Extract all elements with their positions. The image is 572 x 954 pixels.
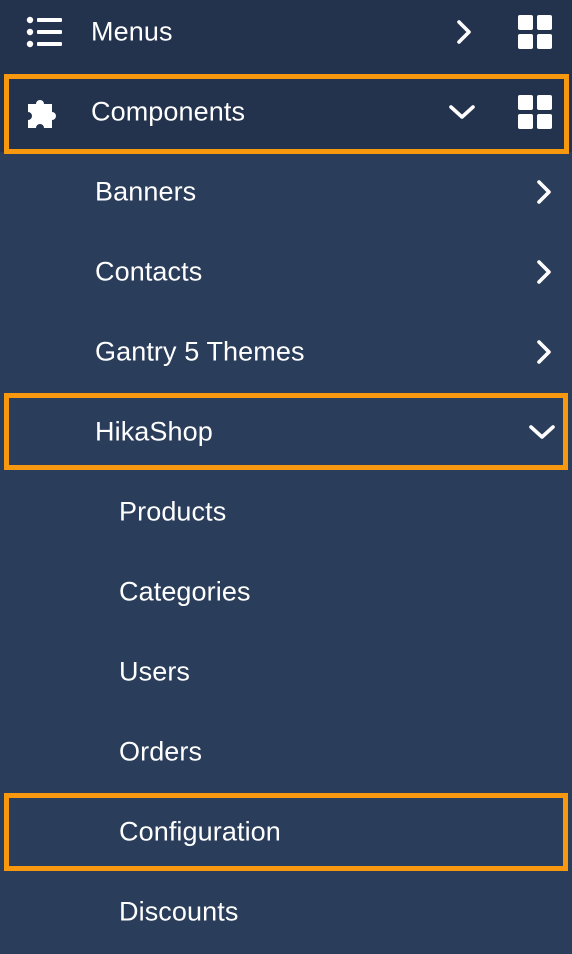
sidebar-item-label: Orders [119, 736, 203, 767]
sidebar-item-products[interactable]: Products [0, 472, 572, 552]
sidebar-item-label: Banners [95, 176, 197, 207]
sidebar-item-discounts[interactable]: Discounts [0, 872, 572, 952]
chevron-right-icon[interactable] [530, 258, 558, 286]
chevron-right-icon[interactable] [450, 18, 478, 46]
sidebar-item-label: Menus [91, 16, 173, 47]
sidebar-item-label: Discounts [119, 896, 239, 927]
sidebar-item-menus[interactable]: Menus [0, 0, 572, 72]
sidebar-item-hikashop[interactable]: HikaShop [0, 392, 572, 472]
dashboard-grid-icon[interactable] [518, 95, 552, 129]
sidebar-item-orders[interactable]: Orders [0, 712, 572, 792]
sidebar-item-label: Configuration [119, 816, 281, 847]
admin-sidebar-menu: Menus Components Banners Contacts Gantry… [0, 0, 572, 954]
sidebar-item-components[interactable]: Components [0, 72, 572, 152]
chevron-right-icon[interactable] [530, 178, 558, 206]
sidebar-item-label: Categories [119, 576, 251, 607]
chevron-right-icon[interactable] [530, 338, 558, 366]
chevron-down-icon[interactable] [528, 418, 556, 446]
sidebar-item-label: HikaShop [95, 416, 213, 447]
sidebar-item-label: Gantry 5 Themes [95, 336, 305, 367]
sidebar-item-label: Components [91, 96, 246, 127]
sidebar-item-gantry-5-themes[interactable]: Gantry 5 Themes [0, 312, 572, 392]
sidebar-item-banners[interactable]: Banners [0, 152, 572, 232]
sidebar-item-label: Contacts [95, 256, 203, 287]
sidebar-item-users[interactable]: Users [0, 632, 572, 712]
list-icon [26, 16, 62, 48]
sidebar-item-contacts[interactable]: Contacts [0, 232, 572, 312]
dashboard-grid-icon[interactable] [518, 15, 552, 49]
sidebar-item-label: Users [119, 656, 191, 687]
sidebar-item-label: Products [119, 496, 227, 527]
sidebar-item-configuration[interactable]: Configuration [0, 792, 572, 872]
puzzle-icon [28, 100, 56, 128]
sidebar-item-categories[interactable]: Categories [0, 552, 572, 632]
chevron-down-icon[interactable] [448, 98, 476, 126]
